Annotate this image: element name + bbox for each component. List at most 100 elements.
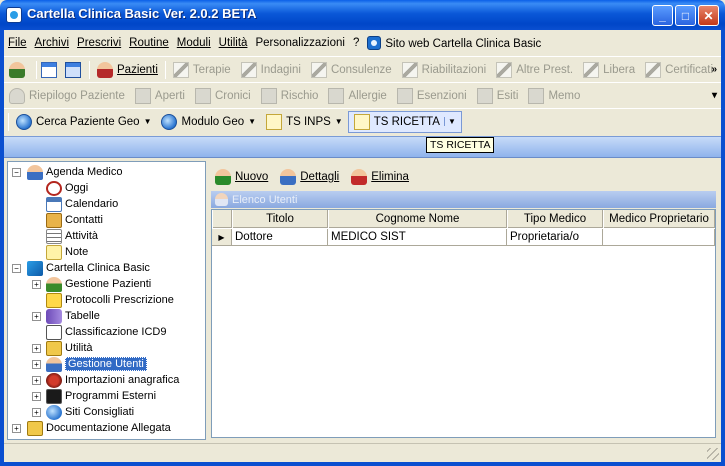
toolbar-overflow-chevron[interactable]: » bbox=[711, 64, 717, 75]
cell-titolo[interactable]: Dottore bbox=[232, 229, 328, 246]
minimize-button[interactable]: _ bbox=[652, 5, 673, 26]
ts-inps-button[interactable]: TS INPS ▼ bbox=[261, 111, 348, 133]
app-icon[interactable] bbox=[6, 7, 22, 23]
pencil-icon bbox=[496, 61, 513, 78]
tree-item-protocolli-prescrizione[interactable]: Protocolli Prescrizione bbox=[46, 292, 174, 308]
column-header-titolo[interactable]: Titolo bbox=[232, 210, 328, 228]
tree-item-documentazione-allegata[interactable]: Documentazione Allegata bbox=[27, 420, 171, 436]
tree-item-programmi-esterni[interactable]: Programmi Esterni bbox=[46, 388, 156, 404]
pencil-icon bbox=[240, 61, 257, 78]
tree-item-oggi[interactable]: Oggi bbox=[46, 180, 88, 196]
modulo-geo-button[interactable]: Modulo Geo ▼ bbox=[156, 111, 261, 133]
certificati-button[interactable]: Certificati bbox=[640, 59, 718, 81]
table-row[interactable]: ▶ Dottore MEDICO SIST Proprietaria/o bbox=[212, 229, 715, 246]
tree-item-gestione-pazienti[interactable]: Gestione Pazienti bbox=[46, 276, 151, 292]
rischio-button[interactable]: Rischio bbox=[256, 85, 324, 107]
menu-utilita[interactable]: Utilità bbox=[215, 37, 252, 49]
menu-routine[interactable]: Routine bbox=[125, 37, 173, 49]
users-icon bbox=[215, 193, 228, 206]
current-row-indicator[interactable]: ▶ bbox=[212, 229, 232, 246]
expand-toggle[interactable]: + bbox=[32, 392, 41, 401]
esenzioni-button[interactable]: Esenzioni bbox=[392, 85, 472, 107]
chevron-down-icon[interactable]: ▼ bbox=[335, 117, 343, 126]
expand-toggle[interactable]: + bbox=[32, 312, 41, 321]
menu-archivi[interactable]: Archivi bbox=[31, 37, 74, 49]
collapse-toggle[interactable]: − bbox=[12, 264, 21, 273]
chevron-down-icon[interactable]: ▼ bbox=[443, 117, 456, 126]
menu-file[interactable]: File bbox=[4, 37, 31, 49]
menu-prescrivi[interactable]: Prescrivi bbox=[73, 37, 125, 49]
indagini-button[interactable]: Indagini bbox=[236, 59, 306, 81]
content-panel: Nuovo Dettagli Elimina Elenco Utenti Tit… bbox=[209, 161, 718, 440]
globe-icon bbox=[16, 113, 32, 130]
cerca-paziente-geo-button[interactable]: Cerca Paziente Geo ▼ bbox=[11, 111, 156, 133]
expand-toggle[interactable]: + bbox=[32, 280, 41, 289]
altre-prest-button[interactable]: Altre Prest. bbox=[491, 59, 578, 81]
menu-help[interactable]: ? bbox=[349, 37, 363, 49]
chevron-down-icon[interactable]: ▼ bbox=[144, 117, 152, 126]
doctor-icon bbox=[27, 164, 43, 180]
tree-label: Tabelle bbox=[65, 310, 100, 322]
navigation-tree[interactable]: − Agenda Medico Oggi Calendario Contatti… bbox=[7, 161, 206, 440]
column-header-cognome-nome[interactable]: Cognome Nome bbox=[328, 210, 507, 228]
consulenze-label: Consulenze bbox=[330, 63, 392, 76]
cronici-button[interactable]: Cronici bbox=[190, 85, 256, 107]
tree-item-agenda-medico[interactable]: Agenda Medico bbox=[27, 164, 122, 180]
aperti-button[interactable]: Aperti bbox=[130, 85, 190, 107]
pencil-icon bbox=[583, 61, 600, 78]
memo-button[interactable]: Memo bbox=[523, 85, 585, 107]
riepilogo-button[interactable]: Riepilogo Paziente bbox=[4, 85, 130, 107]
user-tool-button[interactable] bbox=[4, 59, 34, 81]
toolbar2-overflow-chevron[interactable]: ▾ bbox=[712, 90, 717, 101]
consulenze-button[interactable]: Consulenze bbox=[306, 59, 397, 81]
tree-item-cartella-clinica-basic[interactable]: Cartella Clinica Basic bbox=[27, 260, 150, 276]
column-header-medico-proprietario[interactable]: Medico Proprietario bbox=[603, 210, 715, 228]
expand-toggle[interactable]: + bbox=[32, 344, 41, 353]
menu-sito-web[interactable]: Sito web Cartella Clinica Basic bbox=[363, 36, 545, 50]
close-button[interactable]: ✕ bbox=[698, 5, 719, 26]
tree-item-importazioni-anagrafica[interactable]: Importazioni anagrafica bbox=[46, 372, 179, 388]
elimina-button[interactable]: Elimina bbox=[345, 169, 415, 185]
tree-label: Agenda Medico bbox=[46, 166, 123, 178]
resize-grip[interactable] bbox=[707, 448, 719, 460]
expand-toggle[interactable]: + bbox=[32, 376, 41, 385]
menu-moduli[interactable]: Moduli bbox=[173, 37, 215, 49]
users-list-header: Elenco Utenti bbox=[211, 191, 716, 208]
cell-cognome-nome[interactable]: MEDICO SIST bbox=[328, 229, 507, 246]
expand-toggle[interactable]: + bbox=[32, 408, 41, 417]
layout-split-button[interactable] bbox=[63, 59, 87, 81]
tree-item-attivita[interactable]: Attività bbox=[46, 228, 98, 244]
tree-item-contatti[interactable]: Contatti bbox=[46, 212, 103, 228]
tree-item-utilita[interactable]: Utilità bbox=[46, 340, 93, 356]
ts-ricetta-button[interactable]: TS RICETTA ▼ bbox=[347, 110, 462, 133]
libera-button[interactable]: Libera bbox=[578, 59, 640, 81]
tree-item-calendario[interactable]: Calendario bbox=[46, 196, 118, 212]
users-table[interactable]: Titolo Cognome Nome Tipo Medico Medico P… bbox=[211, 209, 716, 438]
user-icon bbox=[9, 61, 25, 78]
riabilitazioni-button[interactable]: Riabilitazioni bbox=[397, 59, 492, 81]
cell-tipo-medico[interactable]: Proprietaria/o bbox=[507, 229, 603, 246]
allergie-button[interactable]: Allergie bbox=[323, 85, 391, 107]
layout-single-button[interactable] bbox=[39, 59, 63, 81]
tree-label: Cartella Clinica Basic bbox=[46, 262, 150, 274]
tree-item-gestione-utenti[interactable]: Gestione Utenti bbox=[46, 356, 147, 372]
pazienti-button[interactable]: Pazienti bbox=[92, 59, 163, 81]
collapse-toggle[interactable]: − bbox=[12, 168, 21, 177]
column-header-tipo-medico[interactable]: Tipo Medico bbox=[507, 210, 603, 228]
title-bar[interactable]: Cartella Clinica Basic Ver. 2.0.2 BETA _… bbox=[0, 0, 725, 30]
terapie-button[interactable]: Terapie bbox=[168, 59, 236, 81]
toolbar-patient: Riepilogo Paziente Aperti Cronici Rischi… bbox=[4, 82, 721, 108]
cell-medico-proprietario[interactable] bbox=[603, 229, 715, 246]
nuovo-button[interactable]: Nuovo bbox=[209, 169, 274, 185]
tree-item-siti-consigliati[interactable]: Siti Consigliati bbox=[46, 404, 134, 420]
maximize-button[interactable]: □ bbox=[675, 5, 696, 26]
menu-personalizzazioni[interactable]: Personalizzazioni bbox=[251, 37, 349, 49]
tree-item-note[interactable]: Note bbox=[46, 244, 88, 260]
dettagli-button[interactable]: Dettagli bbox=[274, 169, 345, 185]
expand-toggle[interactable]: + bbox=[32, 360, 41, 369]
tree-item-tabelle[interactable]: Tabelle bbox=[46, 308, 100, 324]
tree-item-classificazione-icd9[interactable]: Classificazione ICD9 bbox=[46, 324, 166, 340]
chevron-down-icon[interactable]: ▼ bbox=[248, 117, 256, 126]
expand-toggle[interactable]: + bbox=[12, 424, 21, 433]
esiti-button[interactable]: Esiti bbox=[472, 85, 524, 107]
